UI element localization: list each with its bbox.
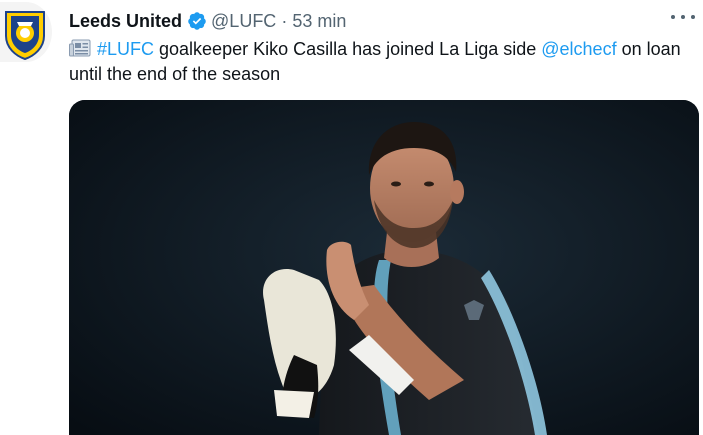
tweet[interactable]: Leeds United @LUFC · 53 min #LUFC goalke… xyxy=(0,0,703,435)
verified-badge-icon xyxy=(188,12,206,30)
author-name[interactable]: Leeds United xyxy=(69,11,182,32)
leeds-united-crest-icon xyxy=(0,2,52,62)
mention-link[interactable]: @elchecf xyxy=(541,39,616,59)
separator-dot: · xyxy=(281,10,288,31)
tweet-text-part-1: goalkeeper Kiko Casilla has joined La Li… xyxy=(154,39,542,59)
avatar[interactable] xyxy=(0,2,52,62)
tweet-media-image[interactable] xyxy=(69,100,699,435)
tweet-header: Leeds United @LUFC · 53 min xyxy=(69,9,346,33)
tweet-timestamp[interactable]: 53 min xyxy=(292,11,346,32)
author-handle[interactable]: @LUFC xyxy=(211,11,276,32)
tweet-text: #LUFC goalkeeper Kiko Casilla has joined… xyxy=(69,37,694,87)
hashtag-link[interactable]: #LUFC xyxy=(97,39,154,59)
newspaper-icon xyxy=(69,39,91,57)
more-options-button[interactable] xyxy=(671,7,695,27)
more-horizontal-icon xyxy=(671,15,675,19)
player-photo xyxy=(69,100,699,435)
